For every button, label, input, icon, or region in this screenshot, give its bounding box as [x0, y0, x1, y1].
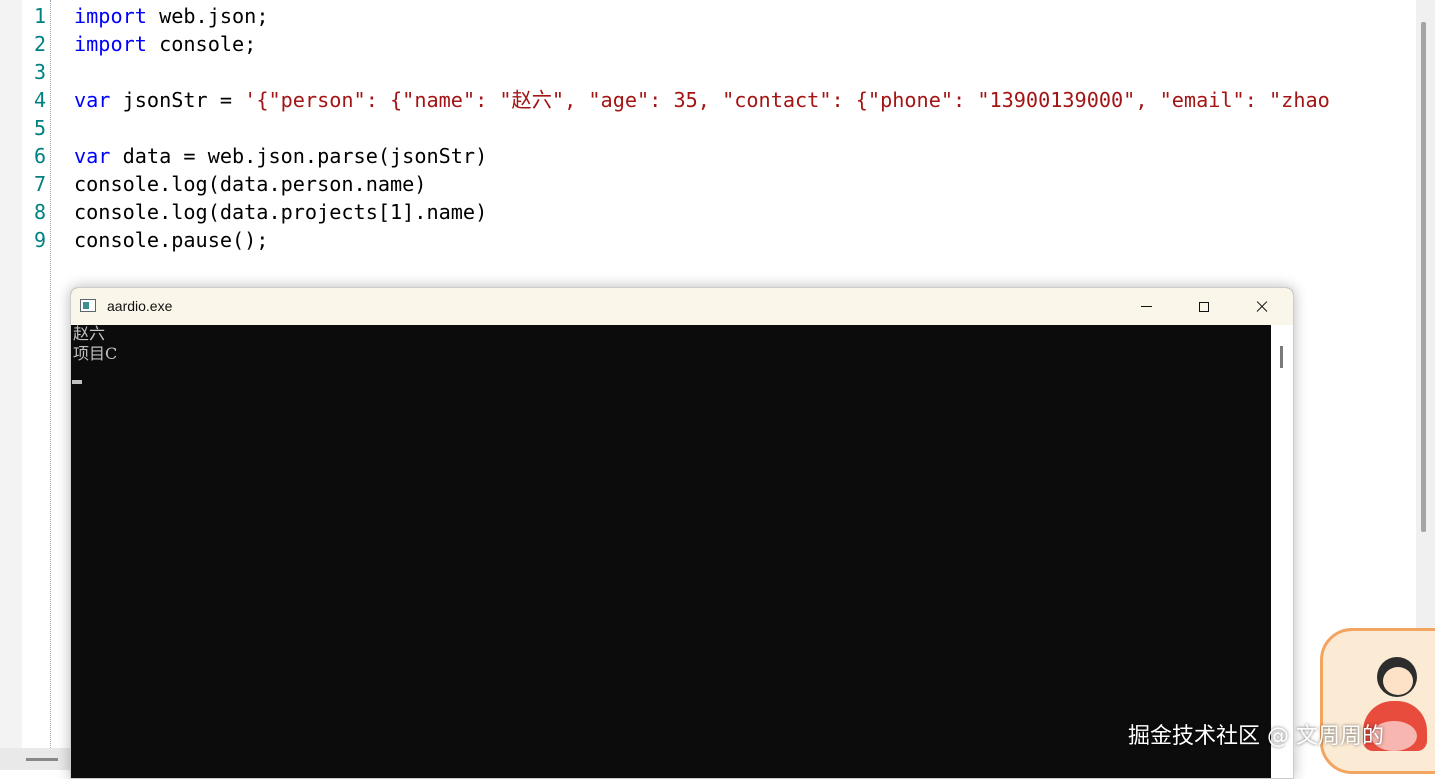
console-scrollbar[interactable]	[1271, 325, 1293, 778]
code-text: console.log(data.person.name)	[74, 172, 427, 196]
keyword: import	[74, 32, 147, 56]
code-line[interactable]: var jsonStr = '{"person": {"name": "赵六",…	[74, 86, 1330, 114]
line-number: 2	[33, 32, 46, 56]
code-line[interactable]: console.pause();	[74, 226, 268, 254]
line-number: 9	[33, 228, 46, 252]
console-app-icon	[80, 299, 96, 312]
mascot-face	[1383, 667, 1413, 695]
console-output-line: 项目C	[73, 344, 118, 363]
code-text: console;	[146, 32, 257, 56]
watermark: 掘金技术社区 @ 文周周的	[1128, 724, 1384, 749]
code-text: console.log(data.projects[1].name)	[74, 200, 488, 224]
keyword: var	[74, 144, 111, 168]
console-output-area[interactable]: 赵六 项目C	[71, 324, 1271, 778]
minimize-icon	[1140, 306, 1152, 307]
console-titlebar[interactable]: aardio.exe	[71, 288, 1293, 325]
code-line[interactable]: var data = web.json.parse(jsonStr)	[74, 142, 487, 170]
console-cursor	[72, 380, 82, 384]
code-text: data = web.json.parse(jsonStr)	[110, 144, 488, 168]
mascot-avatar-icon	[1320, 628, 1435, 774]
editor-hscroll-thumb[interactable]	[26, 758, 58, 761]
keyword: var	[74, 88, 111, 112]
editor-scroll-thumb[interactable]	[1421, 22, 1426, 532]
code-line[interactable]: console.log(data.person.name)	[74, 170, 426, 198]
close-button[interactable]	[1233, 288, 1291, 325]
line-number: 6	[33, 144, 46, 168]
maximize-icon	[1199, 301, 1209, 312]
line-number: 8	[33, 200, 46, 224]
string-literal: '{"person": {"name": "赵六", "age": 35, "c…	[244, 88, 1330, 112]
maximize-button[interactable]	[1175, 288, 1233, 325]
line-number: 4	[33, 88, 46, 112]
console-window[interactable]: aardio.exe 赵六 项目C	[70, 287, 1294, 779]
line-number: 1	[33, 4, 46, 28]
code-text: jsonStr =	[110, 88, 245, 112]
keyword: import	[74, 4, 147, 28]
code-line[interactable]: console.log(data.projects[1].name)	[74, 198, 487, 226]
line-number: 3	[33, 60, 46, 84]
console-output-line: 赵六	[73, 324, 106, 343]
console-scroll-thumb[interactable]	[1280, 346, 1283, 368]
code-text: web.json;	[146, 4, 269, 28]
line-number: 7	[33, 172, 46, 196]
editor-left-margin	[0, 0, 22, 770]
minimize-button[interactable]	[1117, 288, 1175, 325]
code-line[interactable]: import web.json;	[74, 2, 268, 30]
code-line[interactable]: import console;	[74, 30, 256, 58]
code-text: console.pause();	[74, 228, 269, 252]
close-icon	[1255, 300, 1269, 314]
console-window-title: aardio.exe	[107, 298, 173, 314]
line-number: 5	[33, 116, 46, 140]
